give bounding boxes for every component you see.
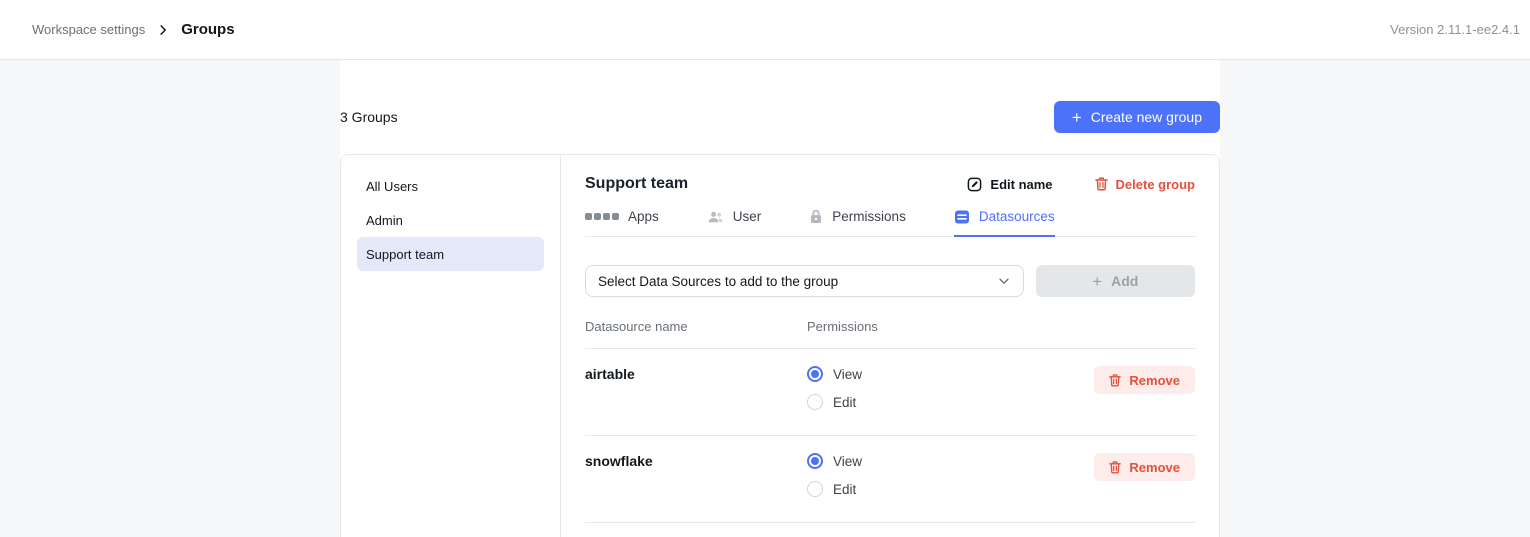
tab-label: Permissions [832,209,906,224]
datasources-table: Datasource name Permissions airtable Vie… [585,319,1195,523]
datasource-select[interactable]: Select Data Sources to add to the group [585,265,1024,297]
permission-edit-option[interactable]: Edit [807,481,862,497]
group-item-label: All Users [366,179,418,194]
permission-view-option[interactable]: View [807,453,862,469]
table-row: airtable View Edit [585,349,1195,436]
permission-edit-label: Edit [833,395,856,410]
groups-header: 3 Groups + Create new group [340,60,1220,133]
group-item-label: Admin [366,213,403,228]
group-item-admin[interactable]: Admin [357,203,544,237]
version-label: Version 2.11.1-ee2.4.1 [1390,22,1520,37]
group-item-support-team[interactable]: Support team [357,237,544,271]
group-title: Support team [585,175,688,193]
add-button-label: Add [1111,273,1138,289]
breadcrumb: Workspace settings Groups [32,21,235,38]
column-datasource-name: Datasource name [585,319,807,334]
group-tabs: Apps User Permissions [585,209,1195,237]
permission-view-label: View [833,367,862,382]
tab-apps[interactable]: Apps [585,209,659,237]
chevron-down-icon [997,274,1011,288]
plus-icon: + [1072,109,1082,126]
create-new-group-label: Create new group [1091,109,1202,125]
groups-card: All Users Admin Support team Support tea… [340,154,1220,537]
permission-radio-group: View Edit [807,453,862,497]
edit-name-label: Edit name [990,177,1052,192]
tab-label: Apps [628,209,659,224]
tab-user[interactable]: User [707,209,762,237]
permission-edit-label: Edit [833,482,856,497]
remove-datasource-button[interactable]: Remove [1094,453,1195,481]
groups-count-label: 3 Groups [340,109,398,125]
delete-group-button[interactable]: Delete group [1095,177,1195,192]
groups-list: All Users Admin Support team [341,155,561,537]
group-item-all-users[interactable]: All Users [357,169,544,203]
group-detail-panel: Support team Edit name Delete group [561,155,1219,537]
group-actions: Edit name Delete group [967,177,1195,192]
tab-datasources[interactable]: Datasources [954,209,1055,237]
breadcrumb-workspace-settings[interactable]: Workspace settings [32,22,145,37]
plus-icon: + [1092,273,1102,290]
edit-pencil-icon [967,177,982,192]
radio-view[interactable] [807,453,823,469]
lock-icon [809,209,823,224]
delete-group-label: Delete group [1116,177,1195,192]
group-item-label: Support team [366,247,444,262]
tab-label: Datasources [979,209,1055,224]
column-permissions: Permissions [807,319,878,334]
radio-edit[interactable] [807,481,823,497]
users-icon [707,210,724,224]
chevron-right-icon [157,24,169,36]
permission-edit-option[interactable]: Edit [807,394,862,410]
table-row: snowflake View Edit [585,436,1195,523]
radio-edit[interactable] [807,394,823,410]
main-content: 3 Groups + Create new group All Users Ad… [340,60,1220,537]
group-panel-header: Support team Edit name Delete group [585,175,1195,193]
datasource-select-placeholder: Select Data Sources to add to the group [598,274,838,289]
create-new-group-button[interactable]: + Create new group [1054,101,1220,133]
apps-icon [585,213,619,220]
trash-icon [1095,177,1108,191]
remove-label: Remove [1129,373,1180,388]
permission-radio-group: View Edit [807,366,862,410]
add-datasource-row: Select Data Sources to add to the group … [585,265,1195,297]
edit-name-button[interactable]: Edit name [967,177,1052,192]
remove-datasource-button[interactable]: Remove [1094,366,1195,394]
datasource-name: snowflake [585,453,807,469]
database-icon [954,210,970,224]
tab-permissions[interactable]: Permissions [809,209,906,237]
trash-icon [1109,461,1121,474]
topbar: Workspace settings Groups Version 2.11.1… [0,0,1530,60]
remove-label: Remove [1129,460,1180,475]
radio-view[interactable] [807,366,823,382]
trash-icon [1109,374,1121,387]
breadcrumb-groups: Groups [181,21,234,38]
datasource-name: airtable [585,366,807,382]
add-button[interactable]: + Add [1036,265,1195,297]
table-header: Datasource name Permissions [585,319,1195,349]
permission-view-option[interactable]: View [807,366,862,382]
tab-label: User [733,209,762,224]
permission-view-label: View [833,454,862,469]
